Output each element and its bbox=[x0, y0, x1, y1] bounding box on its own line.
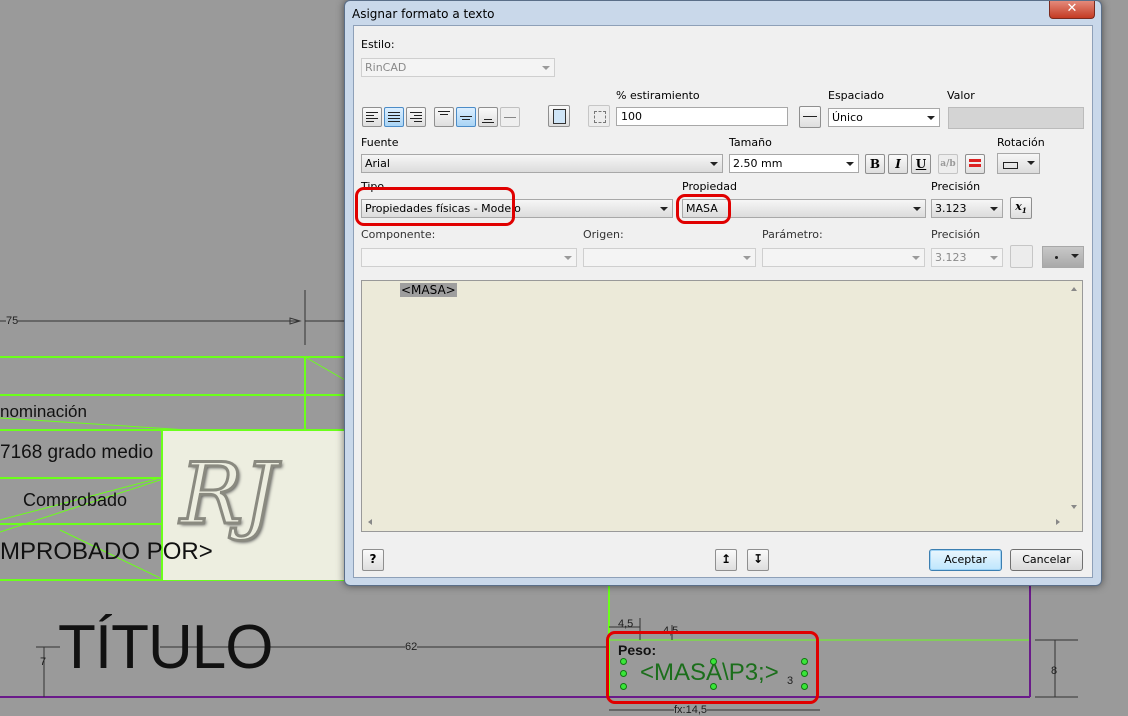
espaciado-combo[interactable]: Único bbox=[828, 108, 940, 127]
chevron-down-icon bbox=[542, 66, 550, 70]
symbol-dot-icon bbox=[1055, 256, 1058, 259]
highlight-peso-field bbox=[606, 631, 819, 704]
tamano-label: Tamaño bbox=[729, 136, 772, 149]
fuente-label: Fuente bbox=[361, 136, 399, 149]
dim-75: 75 bbox=[6, 315, 19, 327]
denominacion-text: nominación bbox=[0, 402, 87, 421]
rotacion-combo[interactable] bbox=[997, 153, 1040, 174]
chevron-down-icon bbox=[912, 256, 920, 260]
origen-combo[interactable] bbox=[583, 248, 756, 267]
comprobado-por-text: MPROBADO POR> bbox=[0, 538, 213, 565]
company-logo: RJ bbox=[179, 444, 279, 545]
precision2-combo[interactable]: 3.123 bbox=[931, 248, 1003, 267]
scroll-down-icon[interactable] bbox=[1071, 505, 1077, 509]
chevron-down-icon bbox=[1071, 254, 1079, 258]
text-editor[interactable]: <MASA> bbox=[361, 280, 1083, 532]
chevron-down-icon bbox=[1027, 161, 1035, 165]
valor-label: Valor bbox=[947, 89, 975, 102]
estiramiento-label: % estiramiento bbox=[616, 89, 700, 102]
move-up-icon[interactable]: ↥ bbox=[715, 549, 737, 571]
estilo-label: Estilo: bbox=[361, 38, 395, 51]
rotation-icon bbox=[1003, 162, 1018, 169]
highlight-tipo bbox=[355, 187, 515, 226]
precision2-label: Precisión bbox=[931, 228, 981, 241]
parametro-label: Parámetro: bbox=[762, 228, 823, 241]
align-baseline-button[interactable] bbox=[500, 107, 520, 127]
aceptar-button[interactable]: Aceptar bbox=[929, 549, 1002, 571]
horizontal-scrollbar[interactable] bbox=[362, 515, 1068, 531]
align-middle-button[interactable] bbox=[456, 107, 476, 127]
tamano-combo[interactable]: 2.50 mm bbox=[729, 154, 859, 173]
text-frame-icon[interactable] bbox=[548, 105, 570, 127]
align-right-button[interactable] bbox=[406, 107, 426, 127]
tamano-value: 2.50 mm bbox=[733, 157, 783, 170]
underline-button[interactable]: U bbox=[911, 154, 931, 174]
chevron-down-icon bbox=[913, 207, 921, 211]
stack-icon[interactable]: a/b bbox=[938, 154, 958, 174]
bold-button[interactable]: B bbox=[865, 154, 885, 174]
origen-label: Origen: bbox=[583, 228, 624, 241]
estiramiento-input[interactable]: 100 bbox=[616, 107, 788, 126]
chevron-down-icon bbox=[660, 207, 668, 211]
precision-combo[interactable]: 3.123 bbox=[931, 199, 1003, 218]
scroll-up-icon[interactable] bbox=[1071, 287, 1077, 291]
align-bottom-button[interactable] bbox=[478, 107, 498, 127]
componente-combo[interactable] bbox=[361, 248, 577, 267]
precision2-value: 3.123 bbox=[935, 251, 967, 264]
valor-input[interactable] bbox=[948, 107, 1084, 129]
dim-4-5-a: 4,5 bbox=[618, 618, 634, 630]
vertical-scrollbar[interactable] bbox=[1066, 281, 1082, 515]
format-text-dialog: Asignar formato a texto ✕ Estilo: RinCAD… bbox=[344, 0, 1102, 586]
chevron-down-icon bbox=[927, 116, 935, 120]
scroll-right-icon[interactable] bbox=[1056, 519, 1060, 525]
precision-label: Precisión bbox=[931, 180, 981, 193]
align-left-button[interactable] bbox=[362, 107, 382, 127]
insert-field-icon[interactable]: x1 bbox=[1010, 197, 1032, 219]
cancelar-button[interactable]: Cancelar bbox=[1010, 549, 1083, 571]
componente-label: Componente: bbox=[361, 228, 436, 241]
dim-62: 62 bbox=[405, 641, 418, 653]
dim-7: 7 bbox=[40, 656, 47, 668]
text-color-icon[interactable] bbox=[965, 154, 985, 174]
titulo-text: TÍTULO bbox=[58, 613, 273, 682]
chevron-down-icon bbox=[846, 162, 854, 166]
highlight-propiedad bbox=[676, 194, 731, 224]
chevron-down-icon bbox=[990, 256, 998, 260]
chevron-down-icon bbox=[743, 256, 751, 260]
align-center-button[interactable] bbox=[384, 107, 404, 127]
precision-value: 3.123 bbox=[935, 202, 967, 215]
editor-field-token[interactable]: <MASA> bbox=[400, 283, 457, 297]
align-top-button[interactable] bbox=[434, 107, 454, 127]
line-spacing-icon[interactable] bbox=[799, 106, 821, 128]
espaciado-label: Espaciado bbox=[828, 89, 884, 102]
dialog-titlebar[interactable]: Asignar formato a texto ✕ bbox=[345, 1, 1101, 25]
chevron-down-icon bbox=[710, 162, 718, 166]
dim-fx: fx:14,5 bbox=[674, 704, 708, 716]
chevron-down-icon bbox=[990, 207, 998, 211]
estilo-value: RinCAD bbox=[365, 61, 407, 74]
espaciado-value: Único bbox=[832, 111, 863, 124]
chevron-down-icon bbox=[564, 256, 572, 260]
parametro-combo[interactable] bbox=[762, 248, 925, 267]
stretch-icon[interactable] bbox=[588, 105, 610, 127]
rotacion-label: Rotación bbox=[997, 136, 1045, 149]
italic-button[interactable]: I bbox=[888, 154, 908, 174]
close-icon[interactable]: ✕ bbox=[1049, 1, 1095, 19]
fuente-combo[interactable]: Arial bbox=[361, 154, 723, 173]
dialog-title: Asignar formato a texto bbox=[352, 7, 495, 21]
comprobado-text: Comprobado bbox=[23, 490, 128, 510]
dim-8: 8 bbox=[1051, 665, 1058, 677]
propiedad-label: Propiedad bbox=[682, 180, 737, 193]
parameter-icon[interactable] bbox=[1010, 245, 1033, 268]
material-text: 7168 grado medio bbox=[0, 442, 154, 463]
fuente-value: Arial bbox=[365, 157, 390, 170]
estilo-combo[interactable]: RinCAD bbox=[361, 58, 555, 77]
symbol-combo[interactable] bbox=[1042, 246, 1084, 268]
move-down-icon[interactable]: ↧ bbox=[747, 549, 769, 571]
help-icon[interactable]: ? bbox=[362, 549, 384, 571]
scroll-left-icon[interactable] bbox=[368, 519, 372, 525]
